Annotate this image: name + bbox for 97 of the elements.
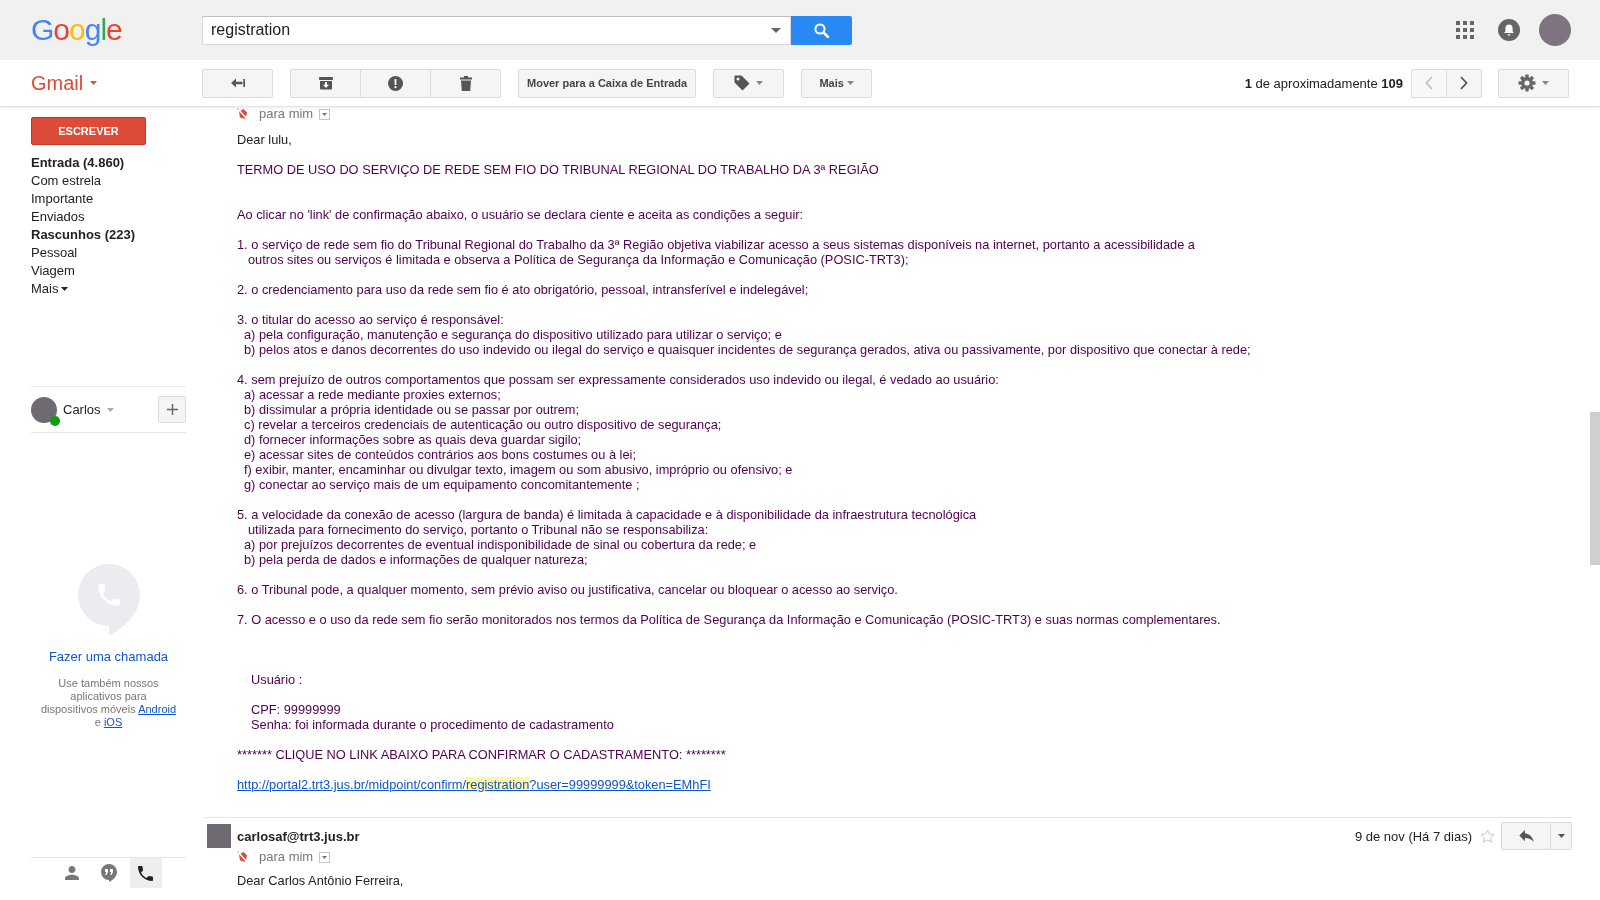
sub-clause-text: c) revelar a terceiros credenciais de autenticação ou outro dispositivo de segurança;: [244, 417, 722, 432]
folder-link[interactable]: Rascunhos (223): [31, 226, 136, 244]
details-button[interactable]: [319, 851, 331, 863]
folder-link[interactable]: Importante: [31, 190, 94, 208]
recipient-text: para mim: [259, 850, 314, 864]
contact-avatar[interactable]: [31, 396, 57, 423]
folder-link[interactable]: Viagem: [31, 262, 75, 280]
more-actions-button[interactable]: [1551, 822, 1572, 850]
user-avatar[interactable]: [1539, 14, 1571, 46]
archive-icon: [318, 76, 333, 90]
sub-clause-text: b) pela perda de dados e informações de qualquer natureza;: [244, 552, 588, 567]
search-highlight: registration: [466, 777, 530, 792]
search-field[interactable]: registration: [202, 15, 791, 45]
apps-note: Use também nossos aplicativos para dispositivos móveis Android e iOS: [40, 677, 177, 729]
older-button[interactable]: [1446, 68, 1482, 98]
clause-text: 3. o titular do acesso ao serviço é responsável:: [237, 312, 504, 327]
user-menu[interactable]: Carlos: [63, 402, 114, 417]
caret-icon: [322, 112, 328, 116]
back-button[interactable]: [202, 68, 273, 98]
clause-text: 7. O acesso e o uso da rede sem fio serão monitorados nos termos da Política de Segurança da Informação e Comunicação (POSIC-TRT3) e suas normas complementares.: [237, 612, 1221, 627]
compose-button[interactable]: ESCREVER: [31, 117, 146, 145]
message-date: 9 de nov (Há 7 dias): [1354, 828, 1472, 844]
settings-button[interactable]: [1498, 68, 1569, 98]
notice-text: ******* CLIQUE NO LINK ABAIXO PARA CONFIRMAR O CADASTRAMENTO: ********: [237, 747, 726, 762]
sub-clause-text: d) fornecer informações sobre as quais deva guardar sigilo;: [244, 432, 582, 447]
greeting-text: Dear lulu,: [237, 132, 292, 147]
reply-button[interactable]: [1501, 822, 1551, 850]
person-icon: [64, 866, 79, 880]
quote-bubble-icon: [100, 864, 117, 882]
app-switcher[interactable]: Gmail: [31, 71, 98, 95]
clause-text: 1. o serviço de rede sem fio do Tribunal Regional do Trabalho da 3ª Região objetiva viabilizar acesso a seus sistemas disponíveis na internet, portanto a acessibilidade a outros sites ou serviços é limitada e observa a Política de Segurança da Informação e Comunicação (POSIC-TRT3);: [237, 237, 1195, 267]
credentials-line: CPF: 99999999: [251, 702, 341, 717]
folder-link[interactable]: Pessoal: [31, 244, 78, 262]
sub-clause-text: g) conectar ao serviço mais de um equipamento concomitantemente ;: [244, 477, 640, 492]
scrollbar-thumb[interactable]: [1590, 412, 1600, 565]
reply-icon: [1518, 830, 1534, 842]
tag-icon: [734, 75, 751, 91]
more-link[interactable]: Mais: [31, 280, 69, 298]
phone-tab[interactable]: [129, 858, 162, 888]
more-button[interactable]: Mais: [801, 68, 873, 98]
folder-link[interactable]: Com estrela: [31, 172, 102, 190]
caret-icon: [1557, 834, 1565, 838]
call-link[interactable]: Fazer uma chamada: [48, 649, 169, 665]
caret-icon: [61, 287, 69, 291]
exclamation-icon: [388, 75, 403, 91]
report-spam-button[interactable]: [360, 68, 431, 98]
crossed-out-icon: [237, 851, 248, 863]
clause-text: 6. o Tribunal pode, a qualquer momento, sem prévio aviso ou justificativa, cancelar ou bloquear o acesso ao serviço.: [237, 582, 898, 597]
confirmation-link[interactable]: http://portal2.trt3.jus.br/midpoint/confirm/registration?user=99999999&token=EMhFI: [237, 777, 711, 792]
sub-clause-text: a) pela configuração, manutenção e segurança do dispositivo utilizado para utilizar o serviço; e: [244, 327, 782, 342]
star-icon[interactable]: [1480, 828, 1495, 844]
labels-button[interactable]: [713, 68, 785, 98]
pagination-text: 1 de aproximadamente 109: [1244, 75, 1403, 91]
sub-clause-text: b) pelos atos e danos decorrentes do uso indevido ou ilegal do serviço e quaisquer incidentes de segurança gerados, ativa ou passivamente, por dispositivo que conectar à rede;: [244, 342, 1251, 357]
details-button[interactable]: [319, 108, 331, 120]
caret-icon: [1542, 81, 1549, 85]
credentials-label: Usuário :: [251, 672, 303, 687]
apps-grid-icon[interactable]: [1456, 21, 1474, 39]
greeting-text: Dear Carlos Antônio Ferreira,: [237, 873, 404, 888]
chevron-right-icon: [1460, 76, 1468, 90]
caret-icon: [846, 81, 854, 85]
dropdown-caret-icon[interactable]: [771, 27, 781, 33]
sub-clause-text: f) exibir, manter, encaminhar ou divulgar texto, imagem ou som abusivo, impróprio ou ofensivo; e: [244, 462, 793, 477]
chevron-left-icon: [1425, 76, 1433, 90]
caret-icon: [322, 855, 328, 859]
add-button[interactable]: [158, 396, 186, 423]
delete-button[interactable]: [430, 68, 501, 98]
sub-clause-text: e) acessar sites de conteúdos contrários aos bons costumes ou à lei;: [244, 447, 636, 462]
caret-icon: [90, 81, 98, 85]
clause-text: 5. a velocidade da conexão de acesso (largura de banda) é limitada à capacidade e à disponibilidade da infraestrutura tecnológica utilizada para fornecimento do serviço, portanto o Tribunal não se responsabiliza:: [237, 507, 977, 537]
clause-text: 2. o credenciamento para uso da rede sem fio é ato obrigatório, pessoal, intransferível e indelegável;: [237, 282, 809, 297]
archive-button[interactable]: [290, 68, 361, 98]
search-button[interactable]: [791, 15, 852, 45]
folder-link[interactable]: Entrada (4.860): [31, 154, 125, 172]
credentials-line: Senha: foi informada durante o procedimento de cadastramento: [251, 717, 614, 732]
recipient-text: para mim: [259, 107, 314, 121]
clause-text: 4. sem prejuízo de outros comportamentos que possam ser expressamente considerados uso indevido ou ilegal, é vedado ao usuário:: [237, 372, 999, 387]
move-to-inbox-button[interactable]: Mover para a Caixa de Entrada: [518, 68, 697, 98]
back-arrow-icon: [230, 78, 245, 88]
gear-icon: [1518, 74, 1536, 92]
caret-icon: [106, 407, 114, 412]
plus-icon: [166, 404, 178, 415]
sender-avatar: [207, 824, 231, 848]
bell-icon[interactable]: [1498, 19, 1520, 41]
app-link[interactable]: Android: [138, 703, 177, 715]
intro-text: Ao clicar no 'link' de confirmação abaixo, o usuário se declara ciente e aceita as condições a seguir:: [237, 207, 804, 222]
sub-clause-text: b) dissimular a própria identidade ou se passar por outrem;: [244, 402, 580, 417]
sub-clause-text: a) acessar a rede mediante proxies externos;: [244, 387, 501, 402]
caret-icon: [756, 81, 764, 85]
terms-heading: TERMO DE USO DO SERVIÇO DE REDE SEM FIO DO TRIBUNAL REGIONAL DO TRABALHO DA 3ª REGIÃO: [237, 162, 879, 177]
sub-clause-text: a) por prejuízos decorrentes de eventual indisponibilidade de sinal ou cobertura da rede; e: [244, 537, 757, 552]
phone-icon: [138, 865, 153, 881]
app-link[interactable]: iOS: [103, 716, 123, 728]
trash-icon: [459, 75, 472, 91]
folder-link[interactable]: Enviados: [31, 208, 85, 226]
search-icon: [814, 22, 829, 38]
sender-name: carlosaf@trt3.jus.br: [237, 828, 360, 844]
